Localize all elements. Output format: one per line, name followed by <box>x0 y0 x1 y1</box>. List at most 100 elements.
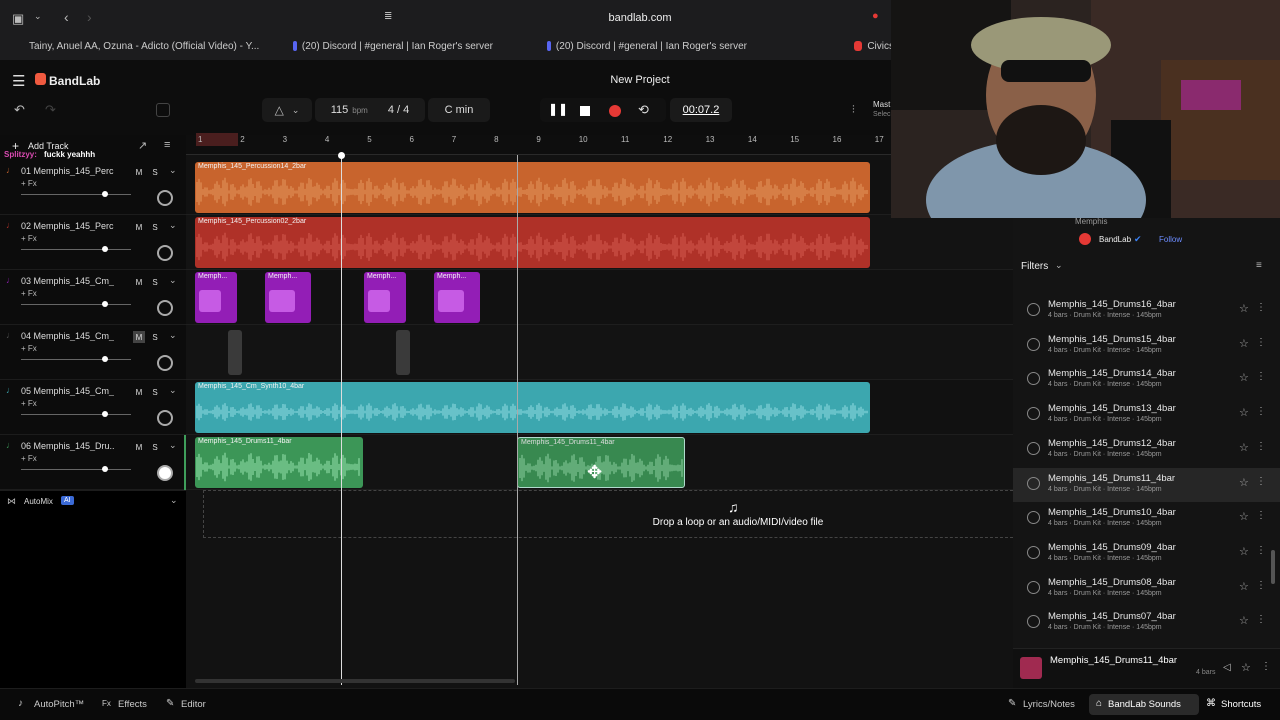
star-icon[interactable]: ☆ <box>1239 614 1249 627</box>
loop-icon[interactable] <box>1027 545 1040 559</box>
more-icon[interactable]: ⋮ <box>1256 441 1266 452</box>
mute-button[interactable]: M <box>133 276 145 288</box>
loop-icon[interactable] <box>1027 615 1040 629</box>
pan-knob[interactable] <box>157 190 173 206</box>
track-header[interactable]: ♩ 02 Memphis_145_Perc... + Fx M S ⌄ <box>0 215 186 270</box>
empty-region[interactable] <box>396 330 410 375</box>
chevron-down-icon[interactable]: ⌄ <box>169 220 177 231</box>
solo-button[interactable]: S <box>149 276 161 288</box>
volume-slider[interactable] <box>21 411 131 417</box>
volume-slider[interactable] <box>21 466 131 472</box>
sound-list-item[interactable]: Memphis_145_Drums12_4bar 4 bars · Drum Ki… <box>1013 433 1280 467</box>
publisher-name[interactable]: BandLab <box>1099 235 1131 244</box>
sound-list-item[interactable]: Memphis_145_Drums16_4bar 4 bars · Drum Ki… <box>1013 294 1280 328</box>
volume-thumb[interactable] <box>102 411 108 417</box>
playhead-handle[interactable] <box>338 152 345 159</box>
toggle-panel-icon[interactable] <box>156 103 170 117</box>
loop-icon[interactable] <box>1027 372 1040 386</box>
volume-thumb[interactable] <box>102 246 108 252</box>
tempo-value[interactable]: 115 <box>331 104 349 116</box>
volume-thumb[interactable] <box>102 191 108 197</box>
time-signature[interactable]: 4 / 4 <box>388 104 409 116</box>
track-header[interactable]: ♩ 03 Memphis_145_Cm_... + Fx M S ⌄ <box>0 270 186 325</box>
browser-tab[interactable]: (20) Discord | #general | Ian Roger's se… <box>293 37 493 55</box>
tempo-timesig-field[interactable]: 115 bpm 4 / 4 <box>315 98 425 122</box>
mute-button[interactable]: M <box>133 166 145 178</box>
track-name[interactable]: 05 Memphis_145_Cm_... <box>21 386 114 396</box>
lyrics-notes-button[interactable]: Lyrics/Notes <box>1023 699 1075 710</box>
browser-tab[interactable]: Tainy, Anuel AA, Ozuna - Adicto (Officia… <box>24 37 259 55</box>
loop-icon[interactable] <box>1027 580 1040 594</box>
stop-icon[interactable] <box>580 106 590 116</box>
pan-knob[interactable] <box>157 410 173 426</box>
undo-icon[interactable]: ↶ <box>14 102 25 118</box>
metronome-button[interactable]: △ ⌄ <box>262 98 312 122</box>
add-fx-button[interactable]: + Fx <box>21 179 37 188</box>
redo-icon[interactable]: ↷ <box>45 102 56 118</box>
audio-region[interactable]: Memph... <box>195 272 237 323</box>
star-icon[interactable]: ☆ <box>1239 580 1249 593</box>
sound-list-item[interactable]: Memphis_145_Drums14_4bar 4 bars · Drum Ki… <box>1013 363 1280 397</box>
add-fx-button[interactable]: + Fx <box>21 399 37 408</box>
star-icon[interactable]: ☆ <box>1239 545 1249 558</box>
more-icon[interactable]: ⋮ <box>1256 510 1266 521</box>
automation-icon[interactable]: ↗ <box>138 139 147 152</box>
solo-button[interactable]: S <box>149 331 161 343</box>
track-header[interactable]: ♩ 06 Memphis_145_Dru... + Fx M S ⌄ <box>0 435 186 490</box>
automix-row[interactable]: ⋈ AutoMix AI ⌄ <box>0 490 186 510</box>
solo-button[interactable]: S <box>149 441 161 453</box>
more-icon[interactable]: ⋮ <box>1256 476 1266 487</box>
project-title[interactable]: New Project <box>560 74 720 86</box>
track-header[interactable]: ♩ 04 Memphis_145_Cm_... + Fx M S ⌄ <box>0 325 186 380</box>
loop-icon[interactable] <box>1027 511 1040 525</box>
sound-list-item[interactable]: Memphis_145_Drums07_4bar 4 bars · Drum Ki… <box>1013 606 1280 640</box>
chevron-down-icon[interactable]: ⌄ <box>34 11 42 22</box>
sidebar-toggle-icon[interactable]: ▣ <box>12 11 24 27</box>
star-icon[interactable]: ☆ <box>1239 441 1249 454</box>
mixer-sliders-icon[interactable]: ⫶ <box>852 104 855 117</box>
more-icon[interactable]: ⋮ <box>1256 302 1266 313</box>
star-icon[interactable]: ☆ <box>1239 302 1249 315</box>
master-label[interactable]: Mast <box>873 100 890 109</box>
track-name[interactable]: 01 Memphis_145_Perc... <box>21 166 114 176</box>
more-icon[interactable]: ⋮ <box>1256 614 1266 625</box>
chevron-down-icon[interactable]: ⌄ <box>169 275 177 286</box>
effects-button[interactable]: Effects <box>118 699 147 710</box>
volume-slider[interactable] <box>21 356 131 362</box>
star-icon[interactable]: ☆ <box>1241 661 1251 674</box>
speaker-icon[interactable]: ◁ <box>1223 662 1231 673</box>
chevron-down-icon[interactable]: ⌄ <box>169 385 177 396</box>
pan-knob[interactable] <box>157 300 173 316</box>
settings-sliders-icon[interactable]: ≡ <box>164 139 170 151</box>
browser-tab[interactable]: (20) Discord | #general | Ian Roger's se… <box>547 37 747 55</box>
sound-list-item[interactable]: Memphis_145_Drums10_4bar 4 bars · Drum Ki… <box>1013 502 1280 536</box>
solo-button[interactable]: S <box>149 166 161 178</box>
add-fx-button[interactable]: + Fx <box>21 344 37 353</box>
volume-slider[interactable] <box>21 246 131 252</box>
playhead[interactable] <box>341 155 342 685</box>
volume-thumb[interactable] <box>102 356 108 362</box>
more-icon[interactable]: ⋮ <box>1261 661 1271 672</box>
empty-region[interactable] <box>228 330 242 375</box>
horizontal-scrollbar[interactable] <box>195 679 515 683</box>
add-fx-button[interactable]: + Fx <box>21 234 37 243</box>
star-icon[interactable]: ☆ <box>1239 510 1249 523</box>
star-icon[interactable]: ☆ <box>1239 476 1249 489</box>
audio-region[interactable]: Memph... <box>434 272 480 323</box>
more-icon[interactable]: ⋮ <box>1256 371 1266 382</box>
pause-icon[interactable]: ❚❚ <box>548 102 568 116</box>
drop-zone[interactable]: ♫ Drop a loop or an audio/MIDI/video fil… <box>203 490 1013 538</box>
add-fx-button[interactable]: + Fx <box>21 289 37 298</box>
track-name[interactable]: 02 Memphis_145_Perc... <box>21 221 114 231</box>
more-icon[interactable]: ⋮ <box>1256 580 1266 591</box>
solo-button[interactable]: S <box>149 221 161 233</box>
mute-button[interactable]: M <box>133 331 145 343</box>
sound-list-item[interactable]: Memphis_145_Drums11_4bar 4 bars · Drum Ki… <box>1013 467 1280 502</box>
audio-region[interactable]: Memphis_145_Percussion14_2bar <box>195 162 870 213</box>
key-select[interactable]: C min <box>428 98 490 122</box>
track-name[interactable]: 06 Memphis_145_Dru... <box>21 441 114 451</box>
pan-knob[interactable] <box>157 355 173 371</box>
chevron-down-icon[interactable]: ⌄ <box>169 165 177 176</box>
pan-knob[interactable] <box>157 465 173 481</box>
loop-icon[interactable] <box>1027 407 1040 421</box>
